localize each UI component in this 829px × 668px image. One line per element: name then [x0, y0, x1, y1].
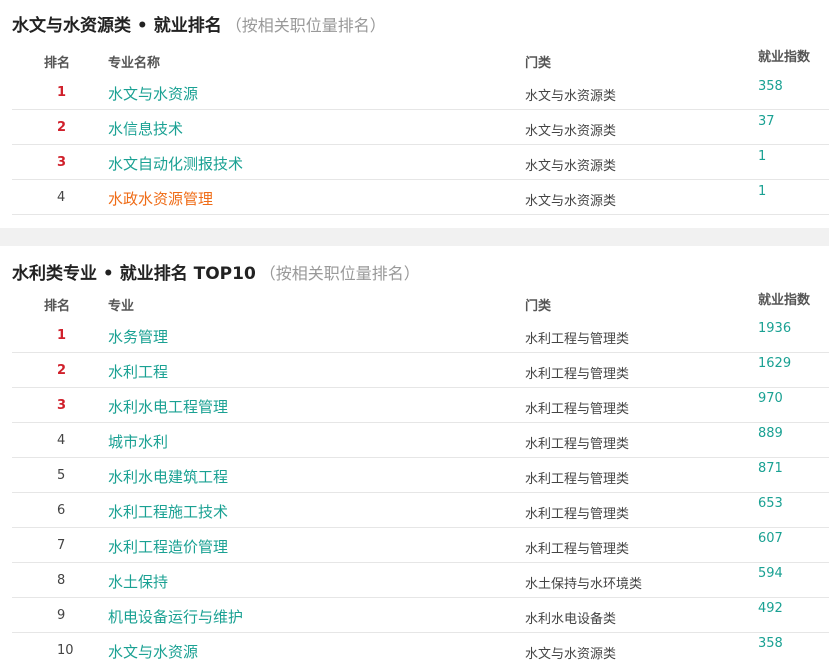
major-link[interactable]: 水文与水资源 — [108, 641, 198, 662]
section-title-text: 水利类专业 • 就业排名 TOP10 — [12, 264, 256, 284]
header-category: 门类 — [525, 299, 552, 314]
major-link[interactable]: 水信息技术 — [108, 118, 183, 139]
header-name: 专业 — [108, 299, 135, 314]
category-text: 水利工程与管理类 — [525, 332, 630, 347]
major-link[interactable]: 水文自动化测报技术 — [108, 153, 243, 174]
category-text: 水文与水资源类 — [525, 647, 617, 662]
header-rank: 排名 — [44, 299, 71, 314]
major-link[interactable]: 水土保持 — [108, 571, 168, 592]
category-text: 水利工程与管理类 — [525, 472, 630, 487]
category-text: 水利工程与管理类 — [525, 507, 630, 522]
table-row: 4 城市水利 水利工程与管理类 889 — [12, 423, 829, 458]
major-link[interactable]: 机电设备运行与维护 — [108, 606, 243, 627]
employment-index: 358 — [758, 79, 783, 94]
major-link[interactable]: 水利水电工程管理 — [108, 396, 228, 417]
table-row: 9 机电设备运行与维护 水利水电设备类 492 — [12, 598, 829, 633]
major-link[interactable]: 水务管理 — [108, 326, 168, 347]
table-row: 7 水利工程造价管理 水利工程与管理类 607 — [12, 528, 829, 563]
header-rank: 排名 — [44, 56, 71, 71]
category-text: 水文与水资源类 — [525, 194, 617, 209]
employment-index: 358 — [758, 636, 783, 651]
category-text: 水文与水资源类 — [525, 159, 617, 174]
section-title: 水利类专业 • 就业排名 TOP10 （按相关职位量排名） — [12, 259, 420, 284]
major-link[interactable]: 水利工程造价管理 — [108, 536, 228, 557]
category-text: 水土保持与水环境类 — [525, 577, 643, 592]
category-text: 水利工程与管理类 — [525, 367, 630, 382]
section-subtitle: （按相关职位量排名） — [225, 16, 386, 35]
category-text: 水利工程与管理类 — [525, 437, 630, 452]
header-name: 专业名称 — [108, 56, 161, 71]
employment-index: 594 — [758, 566, 783, 581]
table-row: 1 水务管理 水利工程与管理类 1936 — [12, 318, 829, 353]
category-text: 水文与水资源类 — [525, 124, 617, 139]
section-divider — [0, 228, 829, 246]
table-row: 2 水信息技术 水文与水资源类 37 — [12, 110, 829, 145]
employment-index: 970 — [758, 391, 783, 406]
employment-index: 37 — [758, 114, 775, 129]
major-link[interactable]: 水文与水资源 — [108, 83, 198, 104]
table-row: 10 水文与水资源 水文与水资源类 358 — [57, 636, 783, 662]
section-title: 水文与水资源类 • 就业排名 （按相关职位量排名） — [12, 11, 386, 36]
table-row: 4 水政水资源管理 水文与水资源类 1 — [12, 180, 829, 215]
employment-index: 1936 — [758, 321, 792, 336]
category-text: 水文与水资源类 — [525, 89, 617, 104]
table-row: 8 水土保持 水土保持与水环境类 594 — [12, 563, 829, 598]
header-category: 门类 — [525, 56, 552, 71]
table-row: 6 水利工程施工技术 水利工程与管理类 653 — [12, 493, 829, 528]
major-link[interactable]: 水利水电建筑工程 — [108, 466, 228, 487]
header-index: 就业指数 — [758, 293, 811, 308]
category-text: 水利工程与管理类 — [525, 402, 630, 417]
major-link[interactable]: 水利工程施工技术 — [108, 501, 228, 522]
section-title-text: 水文与水资源类 • 就业排名 — [12, 16, 222, 36]
employment-index: 1 — [758, 184, 767, 199]
ranking-section-water-conservancy: 水利类专业 • 就业排名 TOP10 （按相关职位量排名） 排名 专业 门类 就业… — [0, 246, 829, 667]
table-row: 5 水利水电建筑工程 水利工程与管理类 871 — [12, 458, 829, 493]
category-text: 水利工程与管理类 — [525, 542, 630, 557]
category-text: 水利水电设备类 — [525, 612, 617, 627]
table-row: 3 水文自动化测报技术 水文与水资源类 1 — [12, 145, 829, 180]
employment-index: 1629 — [758, 356, 792, 371]
major-link[interactable]: 城市水利 — [108, 431, 168, 452]
employment-index: 871 — [758, 461, 783, 476]
employment-index: 492 — [758, 601, 783, 616]
section-subtitle: （按相关职位量排名） — [259, 264, 420, 283]
major-link[interactable]: 水政水资源管理 — [108, 188, 213, 209]
employment-index: 1 — [758, 149, 767, 164]
employment-index: 889 — [758, 426, 783, 441]
employment-index: 653 — [758, 496, 783, 511]
header-index: 就业指数 — [758, 50, 811, 65]
table-row: 2 水利工程 水利工程与管理类 1629 — [12, 353, 829, 388]
ranking-section-hydrology: 水文与水资源类 • 就业排名 （按相关职位量排名） 排名 专业名称 门类 就业指数… — [0, 0, 829, 228]
table-row: 3 水利水电工程管理 水利工程与管理类 970 — [12, 388, 829, 423]
major-link[interactable]: 水利工程 — [108, 361, 168, 382]
employment-index: 607 — [758, 531, 783, 546]
table-row: 1 水文与水资源 水文与水资源类 358 — [12, 75, 829, 110]
